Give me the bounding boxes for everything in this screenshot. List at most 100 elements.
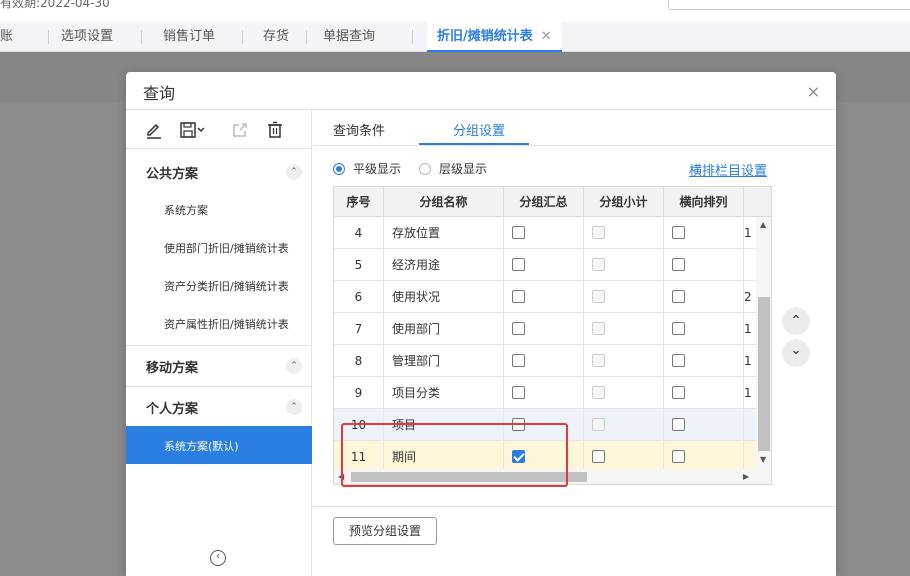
tab-sales-order[interactable]: 销售订单 — [163, 22, 215, 52]
collapse-panel-icon[interactable]: ‹ — [210, 550, 226, 566]
query-dialog: 查询 × 公共方案 ⌃ 系统方案 使用部门折旧/摊销统计表 资产分类折旧/摊销统… — [126, 72, 836, 576]
tab-query-conditions[interactable]: 查询条件 — [333, 120, 385, 139]
tab-separator — [141, 30, 142, 44]
tab-separator — [412, 30, 413, 44]
column-header: 横向排列 — [664, 187, 744, 217]
horizontal-checkbox[interactable] — [672, 354, 685, 367]
subtotal-checkbox[interactable] — [592, 418, 605, 431]
group-name: 经济用途 — [384, 249, 504, 281]
preview-group-settings-button[interactable]: 预览分组设置 — [333, 517, 437, 545]
row-number: 7 — [334, 313, 384, 345]
extra-cell — [744, 409, 756, 441]
close-icon[interactable]: × — [807, 82, 820, 101]
radio-hierarchical-display[interactable]: 层级显示 — [419, 160, 487, 177]
table-row[interactable]: 8 管理部门 1 — [334, 345, 756, 377]
vertical-scroll-thumb[interactable] — [758, 297, 770, 451]
table-row[interactable]: 7 使用部门 1 — [334, 313, 756, 345]
section-personal-schemes[interactable]: 个人方案 ⌃ — [126, 387, 312, 425]
horizontal-cell — [664, 409, 744, 441]
scroll-up-arrow-icon[interactable]: ▲ — [760, 220, 766, 229]
move-up-button[interactable]: ⌃ — [782, 307, 810, 335]
scroll-right-arrow-icon[interactable]: ▶ — [743, 472, 749, 481]
horizontal-checkbox[interactable] — [672, 226, 685, 239]
chevron-up-icon[interactable]: ⌃ — [286, 358, 302, 374]
summary-checkbox[interactable] — [512, 354, 525, 367]
delete-icon[interactable] — [265, 120, 285, 140]
radio-label: 平级显示 — [353, 162, 402, 176]
divider — [313, 506, 836, 507]
edit-icon[interactable] — [144, 120, 164, 140]
column-header: 分组汇总 — [504, 187, 584, 217]
subtotal-checkbox[interactable] — [592, 386, 605, 399]
subtotal-checkbox[interactable] — [592, 450, 605, 463]
validity-date: 有效期:2022-04-30 — [0, 0, 110, 10]
horizontal-cell — [664, 345, 744, 377]
summary-checkbox[interactable] — [512, 290, 525, 303]
summary-checkbox[interactable] — [512, 258, 525, 271]
scheme-item-label: 系统方案 — [164, 204, 208, 217]
tab-separator — [48, 30, 49, 44]
section-public-schemes[interactable]: 公共方案 ⌃ — [126, 152, 312, 190]
horizontal-checkbox[interactable] — [672, 386, 685, 399]
radio-label: 层级显示 — [439, 162, 488, 176]
chevron-up-icon[interactable]: ⌃ — [286, 399, 302, 415]
summary-checkbox[interactable] — [512, 386, 525, 399]
chevron-up-icon[interactable]: ⌃ — [286, 164, 302, 180]
horizontal-cell — [664, 217, 744, 249]
summary-cell — [504, 249, 584, 281]
row-number: 4 — [334, 217, 384, 249]
row-number: 5 — [334, 249, 384, 281]
tab-group-settings[interactable]: 分组设置 — [453, 120, 505, 139]
horizontal-checkbox[interactable] — [672, 290, 685, 303]
scheme-panel: 公共方案 ⌃ 系统方案 使用部门折旧/摊销统计表 资产分类折旧/摊销统计表 资产… — [126, 110, 312, 576]
radio-icon — [419, 163, 431, 175]
subtotal-checkbox[interactable] — [592, 290, 605, 303]
table-row[interactable]: 6 使用状况 2 — [334, 281, 756, 313]
extra-cell: 1 — [744, 226, 752, 240]
table-row[interactable]: 5 经济用途 — [334, 249, 756, 281]
summary-checkbox[interactable] — [512, 322, 525, 335]
scheme-item-selected[interactable]: 系统方案(默认) — [126, 426, 312, 464]
subtotal-checkbox[interactable] — [592, 226, 605, 239]
move-down-button[interactable]: ⌄ — [782, 339, 810, 367]
scheme-item[interactable]: 资产属性折旧/摊销统计表 — [126, 304, 312, 342]
highlight-annotation — [341, 423, 568, 487]
radio-flat-display[interactable]: 平级显示 — [333, 160, 401, 177]
tab-depreciation-report[interactable]: 折旧/摊销统计表 ✕ — [427, 22, 562, 52]
scheme-item[interactable]: 使用部门折旧/摊销统计表 — [126, 228, 312, 266]
subtotal-checkbox[interactable] — [592, 322, 605, 335]
horizontal-columns-link[interactable]: 横排栏目设置 — [689, 160, 767, 179]
table-row[interactable]: 4 存放位置 1 — [334, 217, 756, 249]
export-icon[interactable] — [230, 120, 250, 140]
subtotal-checkbox[interactable] — [592, 258, 605, 271]
horizontal-cell — [664, 281, 744, 313]
tab-depreciation-label: 折旧/摊销统计表 — [437, 29, 533, 44]
org-selector[interactable] — [668, 0, 910, 10]
chevron-down-icon[interactable] — [196, 120, 206, 140]
scheme-item[interactable]: 资产分类折旧/摊销统计表 — [126, 266, 312, 304]
summary-cell — [504, 217, 584, 249]
summary-cell — [504, 313, 584, 345]
extra-cell: 1 — [744, 322, 752, 336]
tab-options[interactable]: 选项设置 — [61, 22, 113, 52]
horizontal-checkbox[interactable] — [672, 322, 685, 335]
horizontal-checkbox[interactable] — [672, 450, 685, 463]
radio-icon — [333, 163, 345, 175]
summary-checkbox[interactable] — [512, 226, 525, 239]
close-icon[interactable]: ✕ — [541, 29, 552, 44]
table-row[interactable]: 9 项目分类 1 — [334, 377, 756, 409]
scheme-item-label: 系统方案(默认) — [164, 440, 239, 453]
section-mobile-schemes[interactable]: 移动方案 ⌃ — [126, 346, 312, 384]
tab-ledger[interactable]: 账 — [0, 22, 13, 52]
horizontal-checkbox[interactable] — [672, 258, 685, 271]
subtotal-checkbox[interactable] — [592, 354, 605, 367]
subtotal-cell — [584, 345, 664, 377]
scheme-item[interactable]: 系统方案 — [126, 190, 312, 228]
grid-header: 序号 分组名称 分组汇总 分组小计 横向排列 — [334, 187, 771, 217]
group-name: 存放位置 — [384, 217, 504, 249]
horizontal-checkbox[interactable] — [672, 418, 685, 431]
tab-document-query[interactable]: 单据查询 — [323, 22, 375, 52]
tab-inventory[interactable]: 存货 — [263, 22, 289, 52]
scroll-down-arrow-icon[interactable]: ▼ — [760, 455, 766, 464]
settings-panel: 查询条件 分组设置 平级显示 层级显示 横排栏目设置 序号 分组名称 分组汇总 … — [313, 110, 836, 576]
